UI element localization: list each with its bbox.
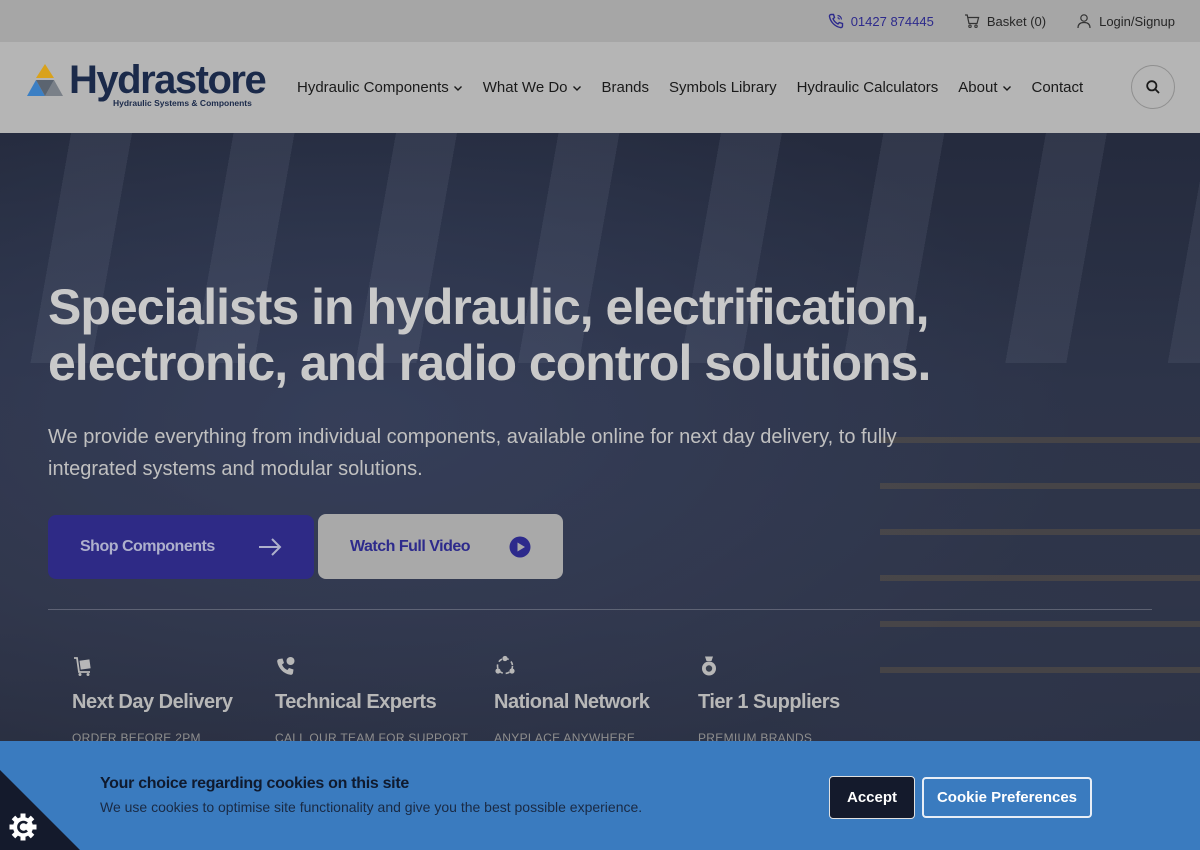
cookie-text: We use cookies to optimise site function… bbox=[100, 799, 643, 815]
chevron-down-icon bbox=[1002, 85, 1011, 91]
search-button[interactable] bbox=[1131, 65, 1175, 109]
nav-item-label: About bbox=[958, 79, 998, 96]
nav-item-label: Brands bbox=[601, 79, 650, 96]
nav-item-brands[interactable]: Brands bbox=[602, 79, 650, 96]
feature-next-day-delivery: Next Day Delivery ORDER BEFORE 2PM bbox=[72, 655, 233, 745]
watch-video-label: Watch Full Video bbox=[350, 537, 471, 555]
cookie-preferences-button[interactable]: Cookie Preferences bbox=[922, 777, 1092, 818]
basket-link[interactable]: Basket (0) bbox=[964, 13, 1046, 29]
feature-technical-experts: Technical Experts CALL OUR TEAM FOR SUPP… bbox=[275, 655, 468, 745]
arrow-right-icon bbox=[259, 538, 282, 556]
logo-mark-icon bbox=[27, 64, 63, 96]
brand-tagline: Hydraulic Systems & Components bbox=[113, 98, 252, 108]
hydrastore-logo[interactable]: Hydrastore Hydraulic Systems & Component… bbox=[25, 58, 267, 112]
nav-item-hydraulic-components[interactable]: Hydraulic Components bbox=[297, 79, 463, 96]
phone-link[interactable]: 01427 874445 bbox=[828, 13, 934, 29]
shop-components-button[interactable]: Shop Components bbox=[48, 515, 314, 579]
chevron-down-icon bbox=[572, 85, 581, 91]
play-icon bbox=[509, 536, 531, 557]
phone-support-icon bbox=[277, 657, 295, 675]
nav-item-label: Hydraulic Calculators bbox=[796, 79, 939, 96]
medal-icon bbox=[702, 656, 716, 676]
hero-subtitle: We provide everything from individual co… bbox=[48, 426, 897, 480]
top-utility-bar: 01427 874445 Basket (0) Login/Signup bbox=[0, 0, 1200, 42]
login-label: Login/Signup bbox=[1099, 13, 1175, 29]
brand-name: Hydrastore bbox=[69, 58, 267, 102]
nav-item-label: Symbols Library bbox=[669, 79, 777, 96]
nav-menu: Hydraulic Components What We Do Brands S… bbox=[297, 42, 1083, 133]
phone-icon bbox=[828, 13, 843, 29]
search-icon bbox=[1146, 80, 1160, 94]
feature-title: Technical Experts bbox=[275, 691, 437, 713]
hero-title: Specialists in hydraulic, electrificatio… bbox=[48, 279, 931, 391]
utility-links: 01427 874445 Basket (0) Login/Signup bbox=[828, 0, 1175, 42]
hero-divider bbox=[48, 609, 1152, 610]
cookie-gear-icon bbox=[9, 813, 37, 841]
cookie-title: Your choice regarding cookies on this si… bbox=[100, 775, 409, 792]
nav-item-hydraulic-calculators[interactable]: Hydraulic Calculators bbox=[797, 79, 939, 96]
phone-number: 01427 874445 bbox=[850, 13, 934, 29]
login-link[interactable]: Login/Signup bbox=[1076, 13, 1175, 29]
cart-icon bbox=[964, 14, 980, 29]
accept-cookies-button[interactable]: Accept bbox=[829, 776, 915, 819]
feature-title: National Network bbox=[494, 691, 650, 713]
nav-item-what-we-do[interactable]: What We Do bbox=[483, 79, 582, 96]
nav-item-label: What We Do bbox=[482, 79, 568, 96]
nav-item-label: Hydraulic Components bbox=[297, 79, 449, 96]
feature-title: Tier 1 Suppliers bbox=[698, 691, 840, 713]
nav-item-about[interactable]: About bbox=[958, 79, 1011, 96]
feature-tier-1-suppliers: Tier 1 Suppliers PREMIUM BRANDS bbox=[698, 655, 840, 745]
watch-video-button[interactable]: Watch Full Video bbox=[318, 514, 563, 579]
cookie-consent-bar: Your choice regarding cookies on this si… bbox=[0, 741, 1200, 850]
user-icon bbox=[1077, 14, 1091, 29]
nav-item-symbols-library[interactable]: Symbols Library bbox=[669, 79, 777, 96]
feature-national-network: National Network ANYPLACE ANYWHERE bbox=[494, 655, 650, 745]
feature-title: Next Day Delivery bbox=[72, 691, 233, 713]
network-icon bbox=[495, 655, 515, 675]
nav-item-contact[interactable]: Contact bbox=[1032, 79, 1084, 96]
cookie-settings-widget[interactable] bbox=[0, 770, 80, 850]
shop-components-label: Shop Components bbox=[80, 538, 215, 555]
basket-label: Basket (0) bbox=[986, 13, 1047, 29]
nav-item-label: Contact bbox=[1031, 79, 1084, 96]
chevron-down-icon bbox=[453, 85, 462, 91]
main-navbar: Hydrastore Hydraulic Systems & Component… bbox=[0, 42, 1200, 133]
delivery-cart-icon bbox=[74, 657, 91, 676]
